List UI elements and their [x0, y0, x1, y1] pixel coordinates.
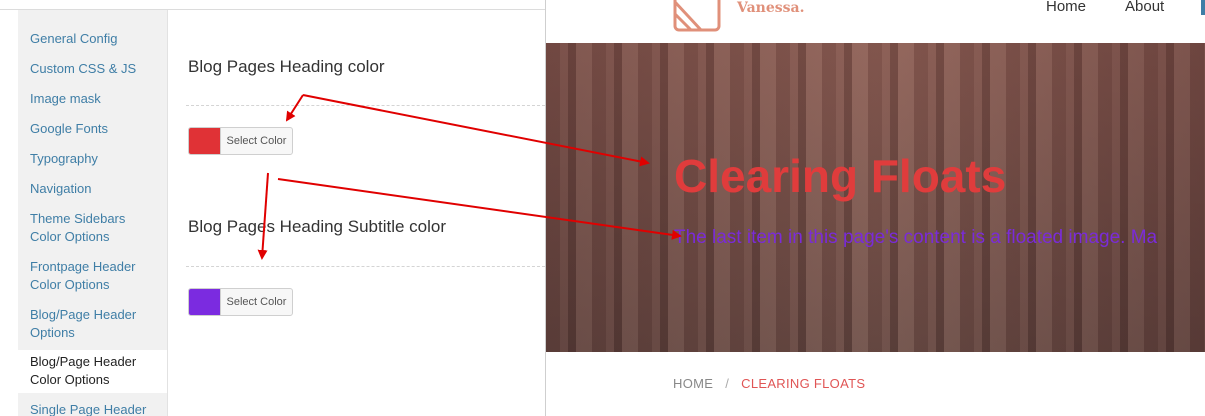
hero-title: Clearing Floats: [674, 150, 1007, 202]
breadcrumb: HOME / CLEARING FLOATS: [673, 376, 865, 391]
sidebar-item-single-page-header[interactable]: Single Page Header: [30, 401, 158, 416]
subtitle-color-picker-button[interactable]: Select Color: [188, 288, 293, 316]
sidebar-item-navigation[interactable]: Navigation: [30, 180, 158, 198]
breadcrumb-current: CLEARING FLOATS: [741, 376, 866, 391]
breadcrumb-separator: /: [725, 376, 730, 391]
sidebar-item-image-mask[interactable]: Image mask: [30, 90, 158, 108]
divider: [186, 266, 545, 267]
site-preview: Vanessa. Home About ▌ Clearing Floats Th…: [546, 0, 1205, 416]
hero-subtitle: The last item in this page's content is …: [674, 227, 1158, 248]
menu-item-about[interactable]: About: [1125, 0, 1164, 15]
sidebar-item-general-config[interactable]: General Config: [30, 30, 158, 48]
sidebar-item-google-fonts[interactable]: Google Fonts: [30, 120, 158, 138]
select-color-label: Select Color: [226, 296, 287, 308]
sidebar-item-custom-css-js[interactable]: Custom CSS & JS: [30, 60, 158, 78]
sidebar-item-blog-page-header-options[interactable]: Blog/Page Header Options: [30, 306, 158, 342]
subtitle-color-swatch: [189, 289, 221, 315]
sidebar-item-theme-sidebars-color[interactable]: Theme Sidebars Color Options: [30, 210, 158, 246]
menu-item-partial[interactable]: ▌: [1201, 0, 1205, 15]
sidebar-item-frontpage-header-color[interactable]: Frontpage Header Color Options: [30, 258, 158, 294]
select-color-label: Select Color: [226, 135, 287, 147]
subtitle-color-title: Blog Pages Heading Subtitle color: [188, 217, 446, 236]
site-logo-text[interactable]: Vanessa.: [737, 0, 804, 16]
settings-content: Blog Pages Heading color Select Color Bl…: [168, 10, 545, 416]
heading-color-title: Blog Pages Heading color: [188, 57, 385, 76]
site-logo-icon: [673, 0, 721, 32]
divider: [186, 105, 545, 106]
breadcrumb-home[interactable]: HOME: [673, 376, 713, 391]
heading-color-swatch: [189, 128, 221, 154]
sidebar-item-blog-page-header-color[interactable]: Blog/Page Header Color Options: [17, 350, 167, 393]
hero-banner: Clearing Floats The last item in this pa…: [546, 43, 1205, 352]
heading-color-picker-button[interactable]: Select Color: [188, 127, 293, 155]
sidebar-item-typography[interactable]: Typography: [30, 150, 158, 168]
settings-panel: General Config Custom CSS & JS Image mas…: [0, 0, 546, 416]
settings-sidebar: General Config Custom CSS & JS Image mas…: [17, 10, 168, 416]
menu-item-home[interactable]: Home: [1046, 0, 1086, 15]
